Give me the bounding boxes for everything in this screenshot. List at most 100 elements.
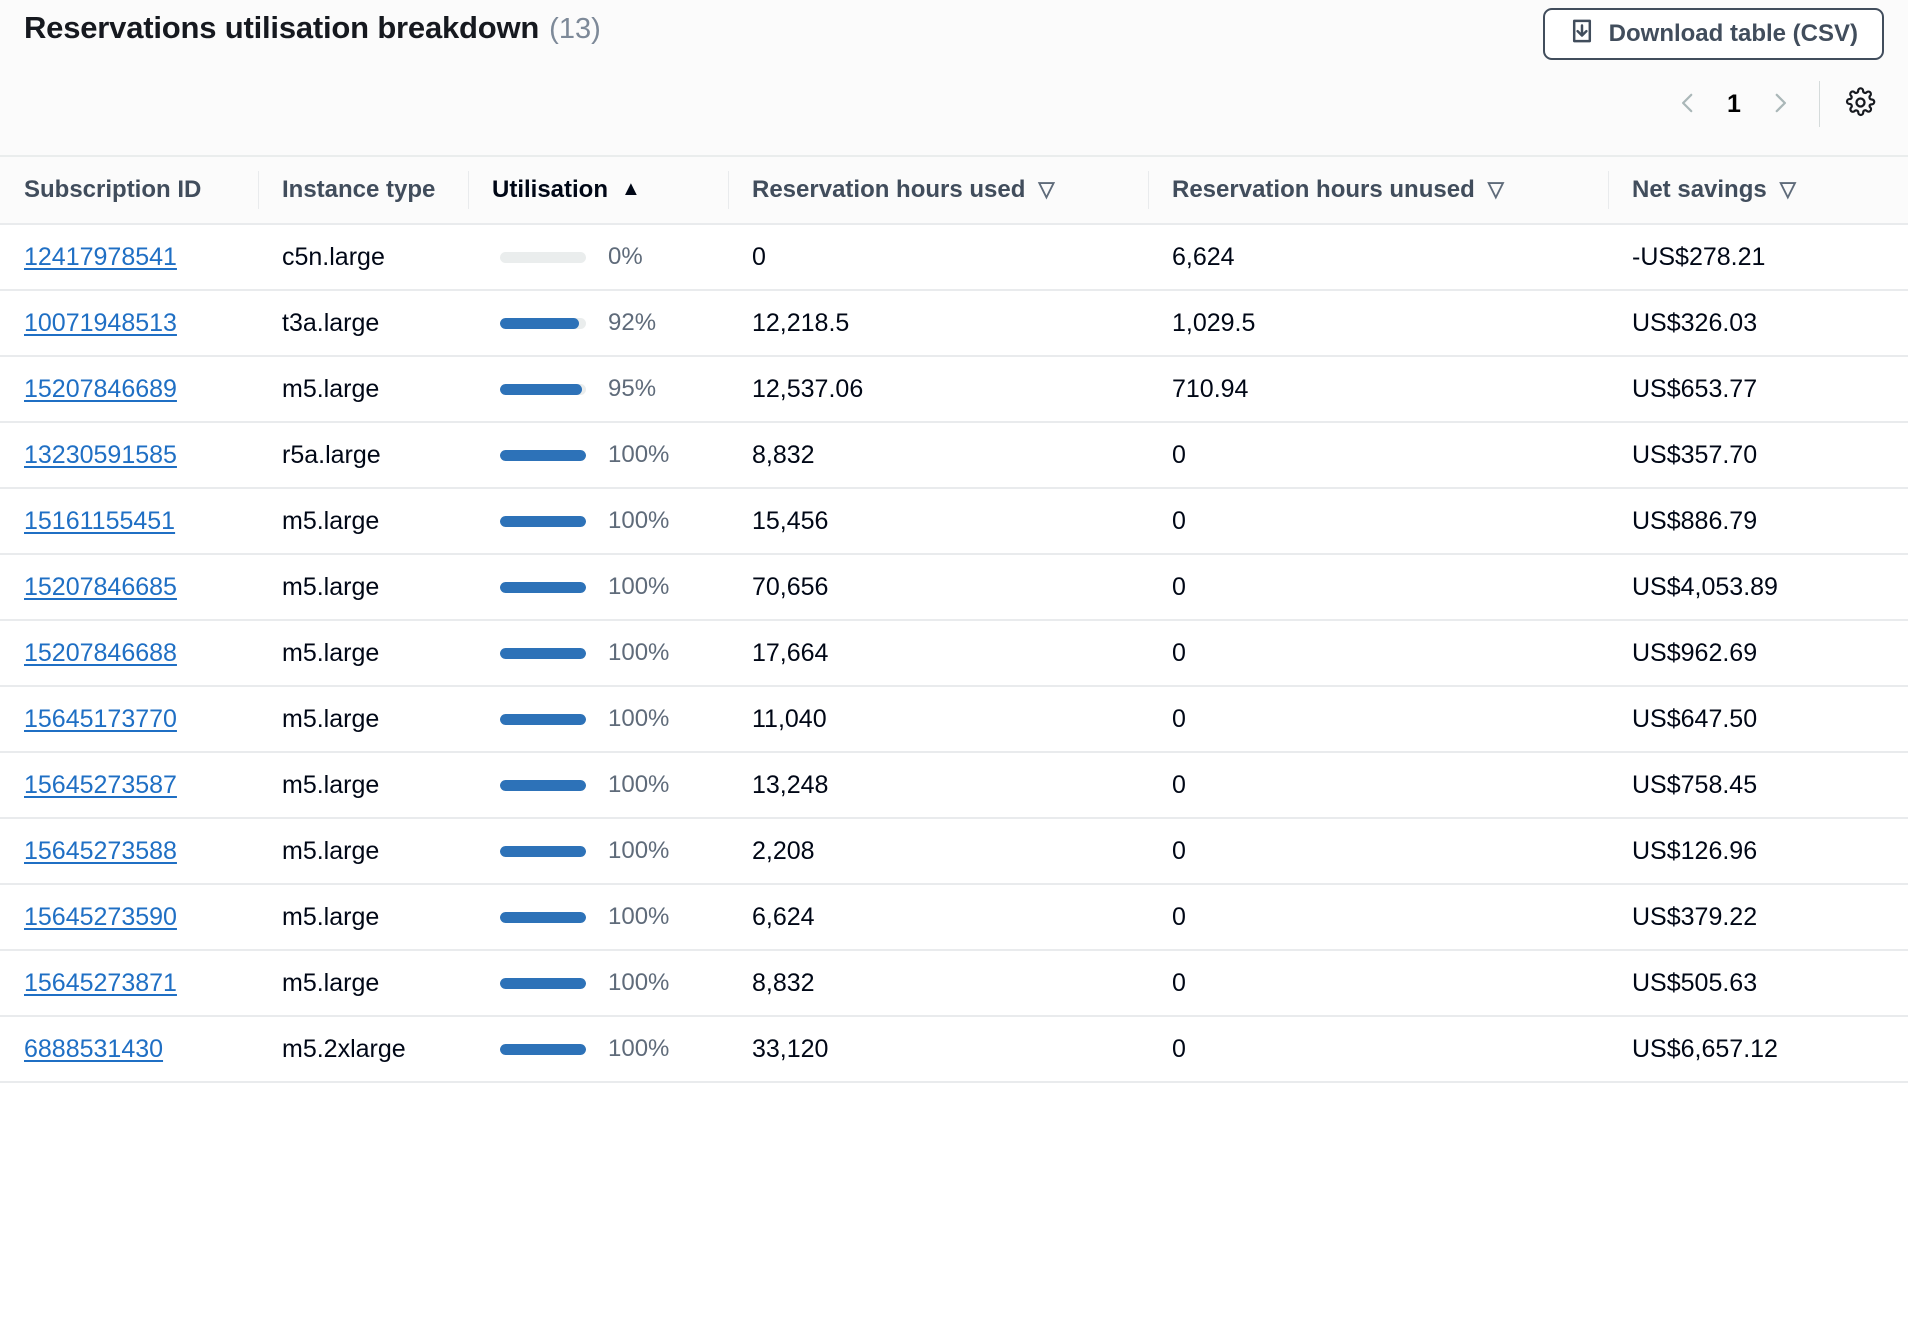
- cell-utilisation: 100%: [468, 751, 728, 818]
- cell-reservation-hours-used: 15,456: [728, 487, 1148, 554]
- cell-reservation-hours-unused: 0: [1148, 751, 1608, 818]
- cell-subscription-id: 15207846685: [0, 553, 258, 620]
- cell-subscription-id: 15207846688: [0, 619, 258, 686]
- pagination-page-1[interactable]: 1: [1717, 90, 1751, 119]
- pagination-prev-button[interactable]: [1665, 81, 1711, 127]
- cell-utilisation: 100%: [468, 949, 728, 1016]
- subscription-id-link[interactable]: 15645273871: [24, 969, 177, 997]
- column-header-instance-type[interactable]: Instance type: [258, 155, 468, 225]
- utilisation-bar-track: [500, 779, 586, 791]
- title-row: Reservations utilisation breakdown (13): [24, 10, 601, 46]
- utilisation-percent-label: 0%: [608, 243, 643, 270]
- cell-reservation-hours-unused: 0: [1148, 553, 1608, 620]
- cell-net-savings: US$357.70: [1608, 421, 1908, 488]
- utilisation-percent-label: 100%: [608, 573, 670, 600]
- subscription-id-link[interactable]: 12417978541: [24, 243, 177, 271]
- cell-instance-type: c5n.large: [282, 242, 385, 271]
- panel-header: Reservations utilisation breakdown (13) …: [0, 0, 1908, 155]
- download-button-label: Download table (CSV): [1608, 20, 1858, 47]
- table-row: 15207846688 m5.large 100% 17,664 0 US$962.69: [0, 619, 1908, 686]
- table-row: 15645273587 m5.large 100% 13,248 0 US$758.45: [0, 751, 1908, 818]
- column-label-instance-type: Instance type: [282, 176, 436, 203]
- cell-reservation-hours-unused: 0: [1148, 1015, 1608, 1083]
- cell-reservation-hours-unused: 0: [1148, 421, 1608, 488]
- subscription-id-link[interactable]: 13230591585: [24, 441, 177, 469]
- sort-icon: ▽: [1779, 177, 1796, 201]
- utilisation-percent-label: 95%: [608, 375, 657, 402]
- cell-net-savings: US$6,657.12: [1608, 1015, 1908, 1083]
- cell-reservation-hours-unused: 0: [1148, 883, 1608, 950]
- cell-reservation-hours-used: 2,208: [728, 817, 1148, 884]
- utilisation-percent-label: 100%: [608, 507, 670, 534]
- cell-reservation-hours-used: 13,248: [728, 751, 1148, 818]
- utilisation-bar-track: [500, 251, 586, 263]
- utilisation-bar-fill: [500, 977, 586, 989]
- subscription-id-link[interactable]: 15207846685: [24, 573, 177, 601]
- subscription-id-link[interactable]: 15161155451: [24, 507, 175, 535]
- cell-reservation-hours-unused: 710.94: [1148, 355, 1608, 422]
- cell-net-savings: -US$278.21: [1632, 242, 1766, 271]
- table-container: Subscription ID Instance type Utilisatio…: [0, 155, 1908, 1322]
- table-row: 12417978541 c5n.large 0% 0 6,624 -US$278.21: [0, 224, 1908, 290]
- cell-reservation-hours-used: 8,832: [728, 421, 1148, 488]
- cell-reservation-hours-used: 11,040: [728, 685, 1148, 752]
- column-header-utilisation[interactable]: Utilisation ▲: [468, 155, 728, 225]
- column-header-subscription-id[interactable]: Subscription ID: [0, 155, 258, 225]
- table-row: 15161155451 m5.large 100% 15,456 0 US$886.79: [0, 487, 1908, 554]
- cell-utilisation: 100%: [468, 883, 728, 950]
- sort-icon: ▽: [1038, 177, 1055, 201]
- cell-utilisation: 0%: [468, 224, 728, 290]
- table-header: Subscription ID Instance type Utilisatio…: [0, 155, 1908, 225]
- subscription-id-link[interactable]: 15645273587: [24, 771, 177, 799]
- subscription-id-link[interactable]: 15207846688: [24, 639, 177, 667]
- column-header-reservation-hours-used[interactable]: Reservation hours used ▽: [728, 155, 1148, 225]
- column-label-utilisation: Utilisation: [492, 176, 609, 203]
- table-preferences-button[interactable]: [1836, 80, 1884, 128]
- utilisation-bar-fill: [500, 647, 586, 659]
- utilisation-bar-track: [500, 845, 586, 857]
- subscription-id-link[interactable]: 15207846689: [24, 375, 177, 403]
- download-icon: [1569, 18, 1595, 51]
- utilisation-bar-fill: [500, 515, 586, 527]
- column-header-net-savings[interactable]: Net savings ▽: [1608, 155, 1908, 225]
- utilisation-bar-track: [500, 449, 586, 461]
- subscription-id-link[interactable]: 15645273588: [24, 837, 177, 865]
- utilisation-bar-track: [500, 713, 586, 725]
- utilisation-percent-label: 100%: [608, 705, 670, 732]
- cell-subscription-id: 13230591585: [0, 421, 258, 488]
- cell-net-savings: US$962.69: [1608, 619, 1908, 686]
- subscription-id-link[interactable]: 15645273590: [24, 903, 177, 931]
- table-row: 15645273590 m5.large 100% 6,624 0 US$379.22: [0, 883, 1908, 950]
- cell-instance-type: m5.2xlarge: [258, 1015, 468, 1083]
- table-body: 12417978541 c5n.large 0% 0 6,624 -US$278.21 10…: [0, 224, 1908, 1083]
- subscription-id-link[interactable]: 10071948513: [24, 309, 177, 337]
- cell-subscription-id: 10071948513: [0, 289, 258, 356]
- cell-reservation-hours-used: 70,656: [728, 553, 1148, 620]
- subscription-id-link[interactable]: 15645173770: [24, 705, 177, 733]
- cell-utilisation: 92%: [468, 289, 728, 356]
- pagination-next-button[interactable]: [1757, 81, 1803, 127]
- cell-utilisation: 95%: [468, 355, 728, 422]
- utilisation-percent-label: 100%: [608, 903, 670, 930]
- download-table-csv-button[interactable]: Download table (CSV): [1542, 8, 1884, 60]
- cell-instance-type: m5.large: [258, 685, 468, 752]
- utilisation-bar-track: [500, 581, 586, 593]
- cell-net-savings: US$653.77: [1608, 355, 1908, 422]
- utilisation-bar-track: [500, 515, 586, 527]
- page-title: Reservations utilisation breakdown: [24, 10, 540, 45]
- column-header-reservation-hours-unused[interactable]: Reservation hours unused ▽: [1148, 155, 1608, 225]
- cell-net-savings: US$647.50: [1608, 685, 1908, 752]
- cell-subscription-id: 15161155451: [0, 487, 258, 554]
- cell-utilisation: 100%: [468, 421, 728, 488]
- reservations-utilisation-panel: Reservations utilisation breakdown (13) …: [0, 0, 1908, 1322]
- cell-net-savings: US$886.79: [1608, 487, 1908, 554]
- cell-reservation-hours-unused: 0: [1148, 949, 1608, 1016]
- record-count: (13): [549, 13, 601, 45]
- cell-reservation-hours-used: 6,624: [728, 883, 1148, 950]
- cell-instance-type: m5.large: [258, 619, 468, 686]
- cell-net-savings: US$326.03: [1608, 289, 1908, 356]
- gear-icon: [1845, 87, 1876, 121]
- table-header-row: Subscription ID Instance type Utilisatio…: [0, 155, 1908, 225]
- toolbar-divider: [1819, 81, 1820, 127]
- subscription-id-link[interactable]: 6888531430: [24, 1035, 163, 1063]
